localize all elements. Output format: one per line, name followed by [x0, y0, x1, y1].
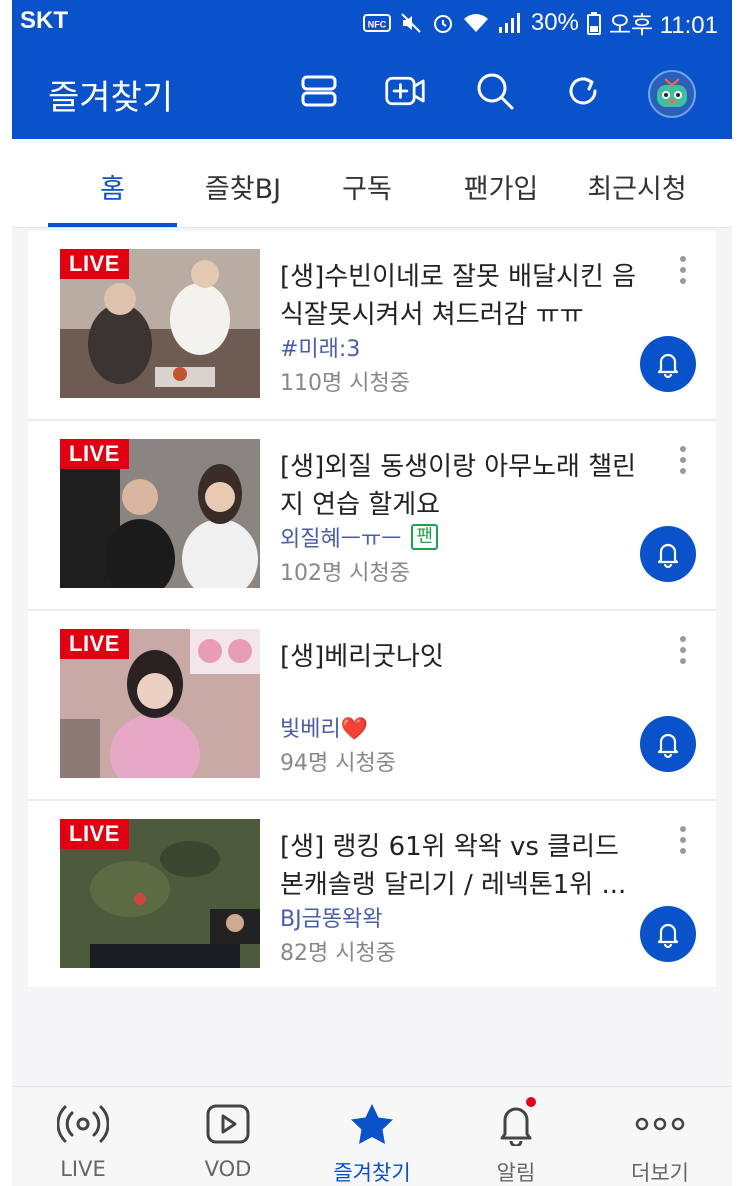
viewer-count: 102명 시청중 [280, 561, 410, 586]
more-menu-button[interactable] [678, 636, 688, 670]
tab-home[interactable]: 홈 [48, 167, 177, 206]
nav-label: 즐겨찾기 [333, 1161, 411, 1185]
notification-bell-button[interactable] [640, 336, 696, 392]
nav-live[interactable]: LIVE [23, 1101, 143, 1181]
nav-label: VOD [204, 1157, 252, 1181]
bj-name-text: 빛베리❤️ [280, 717, 369, 742]
live-badge: LIVE [60, 439, 129, 469]
stream-card[interactable]: LIVE [생]외질 동생이랑 아무노래 챌린지 연습 할게요 외질혜ㅡㅠㅡ 팬… [28, 421, 716, 611]
live-badge: LIVE [60, 249, 129, 279]
notification-bell-button[interactable] [640, 716, 696, 772]
stream-card[interactable]: LIVE [생]수빈이네로 잘못 배달시킨 음식잘못시켜서 쳐드러감 ㅠㅠ #미… [28, 231, 716, 421]
layout-icon [301, 75, 337, 107]
nav-label: LIVE [60, 1157, 106, 1181]
notification-bell-button[interactable] [640, 906, 696, 962]
mute-icon [399, 11, 423, 35]
nfc-icon: NFC [362, 13, 391, 33]
bj-name-text: #미래:3 [280, 337, 361, 362]
viewer-count: 110명 시청중 [280, 371, 410, 396]
more-dots-icon [680, 446, 686, 452]
more-icon [600, 1101, 720, 1147]
viewer-count: 94명 시청중 [280, 751, 396, 776]
live-badge: LIVE [60, 629, 129, 659]
nav-notifications[interactable]: 알림 [456, 1097, 576, 1186]
tab-fan-joined[interactable]: 팬가입 [446, 167, 556, 206]
play-icon [168, 1101, 288, 1147]
profile-avatar[interactable] [648, 70, 696, 118]
live-badge: LIVE [60, 819, 129, 849]
tab-active-indicator [48, 223, 177, 227]
stream-thumbnail[interactable]: LIVE [60, 439, 260, 588]
bottom-nav: LIVE VOD 즐겨찾기 알림 더보기 [12, 1086, 732, 1186]
notification-bell-button[interactable] [640, 526, 696, 582]
broadcast-icon [23, 1101, 143, 1147]
more-dots-icon [680, 256, 686, 262]
refresh-button[interactable] [562, 70, 604, 112]
nav-more[interactable]: 더보기 [600, 1101, 720, 1186]
more-dots-icon [680, 826, 686, 832]
stream-thumbnail[interactable]: LIVE [60, 819, 260, 968]
broadcast-start-button[interactable] [384, 70, 426, 112]
tab-subscriptions[interactable]: 구독 [312, 167, 422, 206]
battery-percent: 30% [530, 8, 579, 36]
bj-name[interactable]: BJ금똥왁왁 [280, 901, 383, 933]
stream-title[interactable]: [생]수빈이네로 잘못 배달시킨 음식잘못시켜서 쳐드러감 ㅠㅠ [280, 258, 650, 334]
nav-label: 알림 [496, 1161, 536, 1185]
stream-title[interactable]: [생]외질 동생이랑 아무노래 챌린지 연습 할게요 [280, 448, 650, 524]
layout-toggle-button[interactable] [298, 70, 340, 112]
more-menu-button[interactable] [678, 256, 688, 290]
bj-name[interactable]: 외질혜ㅡㅠㅡ 팬 [280, 521, 439, 553]
bj-name-text: BJ금똥왁왁 [280, 907, 383, 932]
bell-icon [657, 923, 679, 949]
alarm-icon [431, 11, 455, 35]
more-menu-button[interactable] [678, 826, 688, 860]
bj-name[interactable]: #미래:3 [280, 331, 360, 363]
signal-icon [497, 12, 523, 34]
battery-icon [586, 11, 601, 35]
search-button[interactable] [474, 70, 516, 112]
video-add-icon [385, 76, 425, 106]
tab-bar: 홈 즐찾BJ 구독 팬가입 최근시청 [12, 139, 732, 228]
bell-icon [657, 733, 679, 759]
status-bar: SKT NFC 30% 오후 11:01 [12, 0, 732, 42]
stream-thumbnail[interactable]: LIVE [60, 249, 260, 398]
carrier-label: SKT [20, 7, 68, 34]
bell-icon [657, 543, 679, 569]
stream-card[interactable]: LIVE [생]베리굿나잇 빛베리❤️ 94명 시청중 [28, 611, 716, 801]
tab-favorite-bj[interactable]: 즐찾BJ [188, 167, 298, 206]
tab-recent[interactable]: 최근시청 [572, 167, 702, 206]
wifi-icon [463, 12, 489, 34]
clock: 오후 11:01 [608, 12, 718, 39]
viewer-count: 82명 시청중 [280, 941, 396, 966]
more-menu-button[interactable] [678, 446, 688, 480]
page-title: 즐겨찾기 [48, 78, 174, 118]
nav-favorites[interactable]: 즐겨찾기 [312, 1101, 432, 1186]
app-header: 즐겨찾기 [12, 42, 732, 139]
stream-thumbnail[interactable]: LIVE [60, 629, 260, 778]
app-frame: SKT NFC 30% 오후 11:01 즐겨찾기 홈 즐찾BJ 구독 팬가입 … [12, 0, 732, 1186]
bell-icon [657, 353, 679, 379]
bj-name-text: 외질혜ㅡㅠㅡ [280, 527, 402, 552]
stream-title[interactable]: [생]베리굿나잇 [280, 638, 650, 676]
fan-badge: 팬 [411, 524, 439, 550]
star-icon [312, 1101, 432, 1147]
refresh-icon [569, 77, 597, 105]
more-dots-icon [680, 636, 686, 642]
bell-icon [456, 1097, 576, 1147]
svg-text:NFC: NFC [368, 19, 387, 29]
bj-name[interactable]: 빛베리❤️ [280, 711, 368, 743]
nav-vod[interactable]: VOD [168, 1101, 288, 1181]
character-icon [657, 78, 687, 107]
nav-label: 더보기 [631, 1161, 689, 1185]
status-icons: NFC 30% 오후 11:01 [362, 5, 718, 40]
stream-card[interactable]: LIVE [생] 랭킹 61위 왁왁 vs 클리드 본캐솔랭 달리기 / 레넥톤… [28, 801, 716, 987]
stream-list: LIVE [생]수빈이네로 잘못 배달시킨 음식잘못시켜서 쳐드러감 ㅠㅠ #미… [28, 231, 716, 987]
stream-title[interactable]: [생] 랭킹 61위 왁왁 vs 클리드 본캐솔랭 달리기 / 레넥톤1위 ..… [280, 828, 650, 904]
notification-badge [526, 1097, 536, 1107]
search-icon [477, 73, 514, 110]
